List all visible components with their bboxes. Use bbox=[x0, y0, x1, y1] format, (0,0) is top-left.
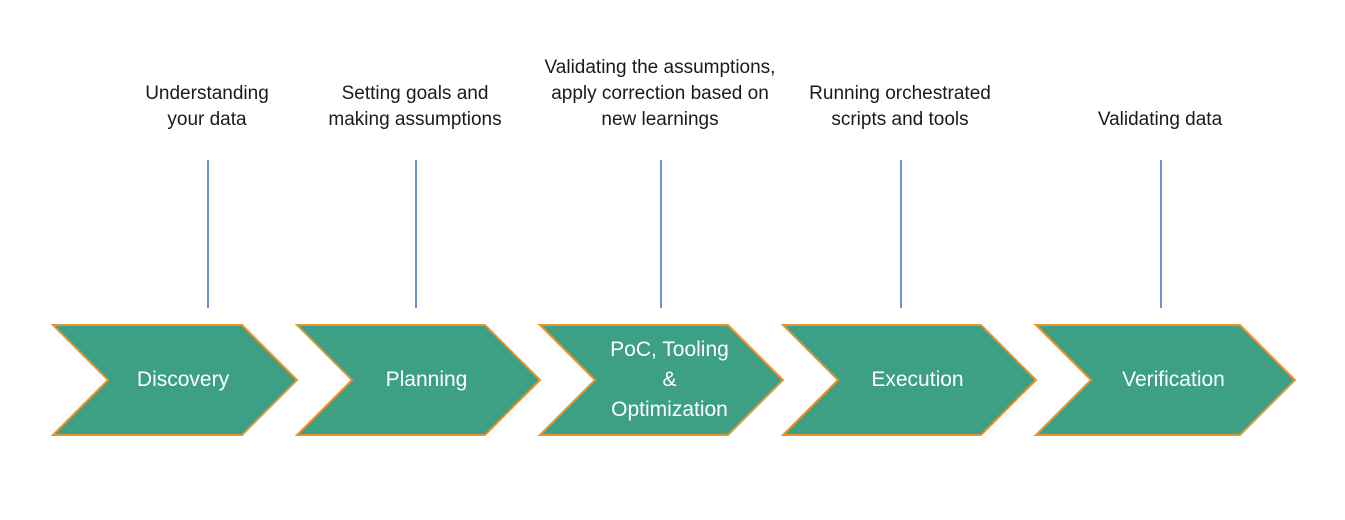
chevron-label-line: Optimization bbox=[611, 398, 728, 421]
process-flow-diagram: Understanding your data Setting goals and… bbox=[0, 0, 1345, 520]
caption-line: Validating data bbox=[1097, 109, 1223, 130]
chevron-label-line: PoC, Tooling bbox=[610, 338, 729, 361]
caption-line: Running orchestrated bbox=[809, 83, 991, 104]
connector-line-execution bbox=[900, 160, 902, 308]
chevron-label-line: Execution bbox=[871, 368, 964, 391]
connector-line-planning bbox=[415, 160, 417, 308]
caption-line: Validating the assumptions, bbox=[544, 57, 776, 78]
chevron-label-verification: Verification bbox=[1014, 325, 1334, 435]
connector-line-poc-tooling-optimization bbox=[660, 160, 662, 308]
connector-line-discovery bbox=[207, 160, 209, 308]
chevron-label-line: Planning bbox=[385, 368, 468, 391]
chevron-label-line: & bbox=[662, 368, 677, 391]
chevron-label-line: Verification bbox=[1122, 368, 1225, 391]
connector-line-verification bbox=[1160, 160, 1162, 308]
chevron-label-line: Discovery bbox=[136, 368, 230, 391]
stage-caption-verification: Validating data bbox=[910, 107, 1345, 133]
